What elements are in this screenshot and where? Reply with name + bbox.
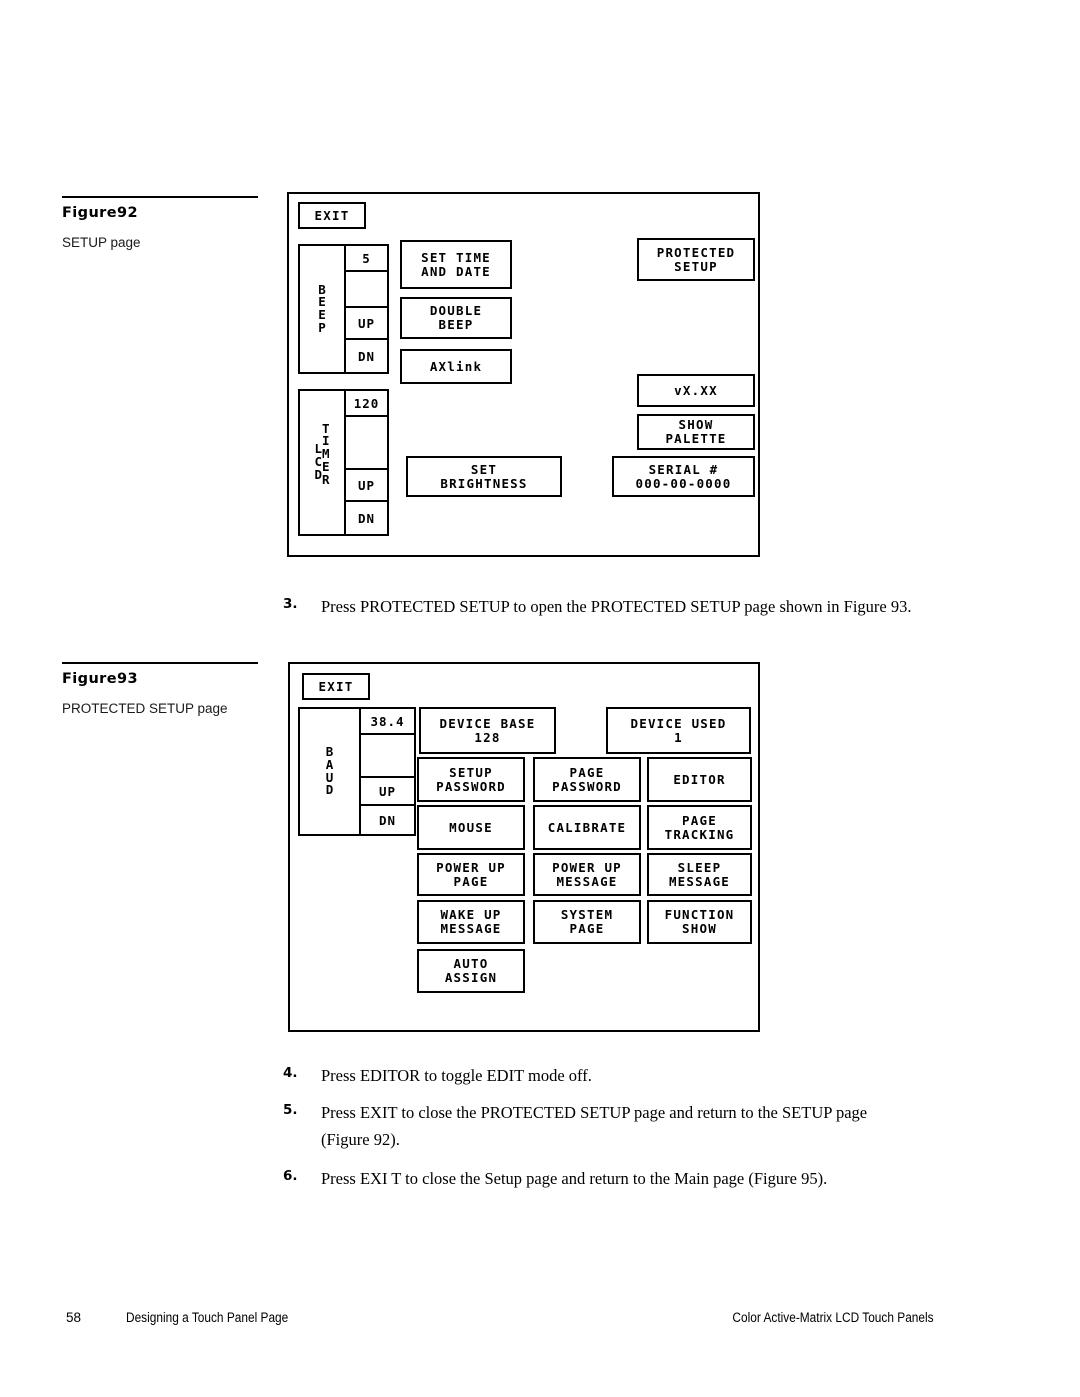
beep-label-text: BEEP — [318, 281, 326, 335]
beep-label: BEEP — [300, 246, 344, 372]
beep-gauge — [346, 272, 387, 308]
protected-setup-page-panel: EXIT BAUD 38.4 UP DN DEVICE BASE 128 DEV… — [288, 662, 760, 1032]
figure-93-title: Figure93 — [62, 671, 138, 687]
footer-document: Color Active-Matrix LCD Touch Panels — [732, 1310, 934, 1325]
exit-button[interactable]: EXIT — [302, 673, 370, 700]
show-palette-button[interactable]: SHOW PALETTE — [637, 414, 755, 450]
beep-up-button[interactable]: UP — [346, 308, 387, 340]
beep-dn-button[interactable]: DN — [346, 340, 387, 372]
set-time-and-date-button[interactable]: SET TIME AND DATE — [400, 240, 512, 289]
version-display: vX.XX — [637, 374, 755, 407]
step-4-text: Press EDITOR to toggle EDIT mode off. — [321, 1066, 592, 1085]
setup-page-panel: EXIT BEEP 5 UP DN LCD TIMER 120 UP DN SE… — [287, 192, 760, 557]
calibrate-button[interactable]: CALIBRATE — [533, 805, 641, 850]
figure-93-caption: Figure93 PROTECTED SETUP page — [62, 662, 258, 716]
protected-setup-button[interactable]: PROTECTED SETUP — [637, 238, 755, 281]
device-base-button[interactable]: DEVICE BASE 128 — [419, 707, 556, 754]
figure-92-subtitle: SETUP page — [62, 235, 141, 250]
lcd-timer-value: 120 — [346, 391, 387, 417]
footer-section: Designing a Touch Panel Page — [126, 1310, 289, 1325]
timer-label-text: TIMER — [322, 420, 330, 487]
power-up-page-button[interactable]: POWER UP PAGE — [417, 853, 525, 896]
figure-92-caption: Figure92 SETUP page — [62, 196, 258, 250]
wake-up-message-button[interactable]: WAKE UP MESSAGE — [417, 900, 525, 944]
caption-rule — [62, 662, 258, 664]
page-password-button[interactable]: PAGE PASSWORD — [533, 757, 641, 802]
exit-button[interactable]: EXIT — [298, 202, 366, 229]
step-6-text: Press EXI T to close the Setup page and … — [321, 1169, 828, 1188]
lcd-timer-up-button[interactable]: UP — [346, 470, 387, 502]
step-3-text: Press PROTECTED SETUP to open the PROTEC… — [321, 597, 912, 616]
step-4-number: 4. — [283, 1065, 298, 1081]
step-3: 3. Press PROTECTED SETUP to open the PRO… — [283, 594, 913, 621]
baud-dn-button[interactable]: DN — [361, 806, 414, 834]
beep-stepper[interactable]: BEEP 5 UP DN — [298, 244, 389, 374]
baud-stepper[interactable]: BAUD 38.4 UP DN — [298, 707, 416, 836]
serial-number-display: SERIAL # 000-00-0000 — [612, 456, 755, 497]
step-4: 4. Press EDITOR to toggle EDIT mode off. — [283, 1063, 913, 1090]
footer-page-number: 58 — [66, 1310, 82, 1325]
power-up-message-button[interactable]: POWER UP MESSAGE — [533, 853, 641, 896]
beep-value-column[interactable]: 5 UP DN — [344, 246, 387, 372]
step-5-number: 5. — [283, 1102, 298, 1118]
step-6-number: 6. — [283, 1168, 298, 1184]
baud-up-button[interactable]: UP — [361, 778, 414, 806]
function-show-button[interactable]: FUNCTION SHOW — [647, 900, 752, 944]
lcd-timer-label: LCD TIMER — [300, 391, 344, 534]
lcd-label-text: LCD — [314, 441, 322, 482]
double-beep-button[interactable]: DOUBLE BEEP — [400, 297, 512, 339]
step-5-text: Press EXIT to close the PROTECTED SETUP … — [321, 1103, 868, 1149]
baud-label-text: BAUD — [325, 744, 334, 798]
setup-password-button[interactable]: SETUP PASSWORD — [417, 757, 525, 802]
mouse-button[interactable]: MOUSE — [417, 805, 525, 850]
auto-assign-button[interactable]: AUTO ASSIGN — [417, 949, 525, 993]
baud-label: BAUD — [300, 709, 359, 834]
baud-gauge — [361, 735, 414, 778]
lcd-timer-stepper[interactable]: LCD TIMER 120 UP DN — [298, 389, 389, 536]
lcd-timer-dn-button[interactable]: DN — [346, 502, 387, 534]
figure-92-title: Figure92 — [62, 205, 138, 221]
lcd-timer-gauge — [346, 417, 387, 470]
axlink-button[interactable]: AXlink — [400, 349, 512, 384]
caption-rule — [62, 196, 258, 198]
step-3-number: 3. — [283, 596, 298, 612]
step-5: 5. Press EXIT to close the PROTECTED SET… — [283, 1100, 913, 1153]
baud-value-column[interactable]: 38.4 UP DN — [359, 709, 414, 834]
system-page-button[interactable]: SYSTEM PAGE — [533, 900, 641, 944]
sleep-message-button[interactable]: SLEEP MESSAGE — [647, 853, 752, 896]
figure-93-subtitle: PROTECTED SETUP page — [62, 701, 228, 716]
lcd-timer-value-column[interactable]: 120 UP DN — [344, 391, 387, 534]
page-tracking-button[interactable]: PAGE TRACKING — [647, 805, 752, 850]
set-brightness-button[interactable]: SET BRIGHTNESS — [406, 456, 562, 497]
editor-button[interactable]: EDITOR — [647, 757, 752, 802]
device-used-button[interactable]: DEVICE USED 1 — [606, 707, 751, 754]
baud-value: 38.4 — [361, 709, 414, 735]
beep-value: 5 — [346, 246, 387, 272]
step-6: 6. Press EXI T to close the Setup page a… — [283, 1166, 923, 1193]
